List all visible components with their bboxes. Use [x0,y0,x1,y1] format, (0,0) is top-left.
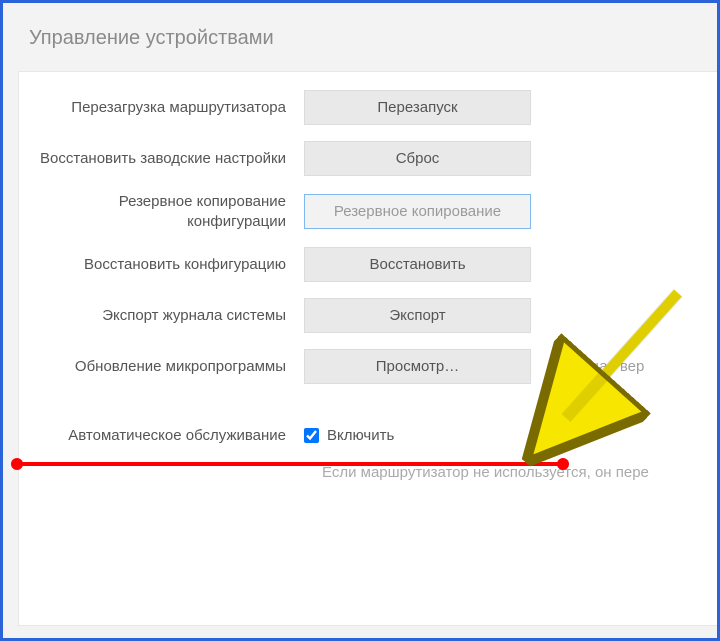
label-syslog: Экспорт журнала системы [19,306,304,326]
automaintenance-checkbox[interactable] [304,428,319,443]
row-automaintenance: Автоматическое обслуживание Включить [19,418,720,454]
row-restore: Восстановить конфигурацию Восстановить [19,239,720,290]
row-firmware: Обновление микропрограммы Просмотр… Теку… [19,341,720,392]
automaintenance-note: Если маршрутизатор не используется, он п… [19,454,720,491]
row-factory-reset: Восстановить заводские настройки Сброс [19,133,720,184]
label-backup: Резервное копирование конфигурации [19,192,304,231]
label-factory-reset: Восстановить заводские настройки [19,149,304,169]
factory-reset-button[interactable]: Сброс [304,141,531,176]
row-syslog: Экспорт журнала системы Экспорт [19,290,720,341]
label-reboot: Перезагрузка маршрутизатора [19,98,304,118]
label-automaintenance: Автоматическое обслуживание [19,426,304,446]
label-restore: Восстановить конфигурацию [19,255,304,275]
page-title: Управление устройствами [3,3,717,62]
reboot-button[interactable]: Перезапуск [304,90,531,125]
label-firmware: Обновление микропрограммы [19,357,304,377]
restore-button[interactable]: Восстановить [304,247,531,282]
settings-panel: Перезагрузка маршрутизатора Перезапуск В… [18,71,720,626]
syslog-export-button[interactable]: Экспорт [304,298,531,333]
backup-button[interactable]: Резервное копирование [304,194,531,229]
row-reboot: Перезагрузка маршрутизатора Перезапуск [19,82,720,133]
row-backup: Резервное копирование конфигурации Резер… [19,184,720,239]
window-frame: Управление устройствами Перезагрузка мар… [0,0,720,641]
firmware-version-text: Текущая вер [556,358,644,375]
automaintenance-checkbox-label: Включить [327,427,394,444]
automaintenance-toggle[interactable]: Включить [304,427,394,444]
firmware-browse-button[interactable]: Просмотр… [304,349,531,384]
